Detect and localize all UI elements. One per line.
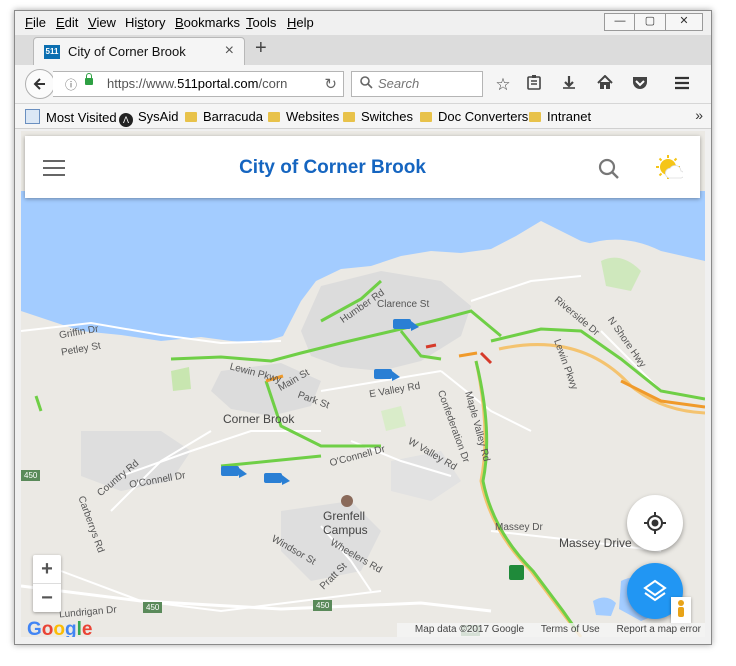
search-icon[interactable] [598, 158, 620, 180]
navigation-toolbar: ⓘ https://www.511portal.com/corn ↻ ☆ [15, 65, 711, 104]
search-icon [360, 76, 373, 92]
bookmarks-toolbar: Most Visited Λ SysAid Barracuda Websites … [15, 104, 711, 129]
site-favicon-icon: 511 [44, 45, 60, 59]
map-label-street: Clarence St [377, 299, 430, 310]
menu-help[interactable]: Help [287, 15, 314, 30]
map-label-grenfell: Grenfell [323, 509, 366, 523]
menu-view[interactable]: View [88, 15, 116, 30]
back-button[interactable] [25, 69, 55, 99]
url-bar[interactable]: ⓘ https://www.511portal.com/corn ↻ [53, 71, 344, 97]
back-arrow-icon [33, 78, 45, 90]
minimize-button[interactable]: — [604, 13, 636, 31]
tab-active[interactable]: 511 City of Corner Brook × [33, 37, 245, 66]
bookmarks-overflow-chevron-icon[interactable]: » [695, 107, 703, 123]
google-logo: Google [27, 619, 92, 637]
google-logo-letter: o [41, 619, 54, 637]
street-view-pegman-icon[interactable] [671, 597, 691, 623]
most-visited-icon [25, 109, 40, 124]
folder-icon [529, 112, 541, 122]
new-tab-button[interactable]: + [255, 37, 267, 60]
bookmark-doc-converters[interactable]: Doc Converters [420, 109, 528, 124]
highway-shield: 450 [143, 602, 163, 613]
home-icon[interactable] [594, 74, 616, 95]
folder-icon [343, 112, 355, 122]
search-input[interactable] [376, 75, 480, 92]
secure-lock-icon[interactable] [85, 73, 93, 85]
bookmark-sysaid[interactable]: Λ SysAid [119, 109, 178, 127]
close-window-button[interactable]: ✕ [665, 13, 703, 31]
pocket-icon[interactable] [629, 75, 651, 95]
open-menu-icon[interactable] [671, 75, 693, 95]
bookmark-switches[interactable]: Switches [343, 109, 413, 124]
report-map-error-link[interactable]: Report a map error [617, 624, 701, 635]
zoom-in-button[interactable]: + [33, 555, 61, 583]
map-label-massey-drive: Massey Drive [559, 536, 632, 550]
sysaid-logo-icon: Λ [119, 113, 133, 127]
zoom-control: + − [33, 555, 61, 612]
reading-list-icon[interactable] [523, 75, 545, 95]
folder-icon [185, 112, 197, 122]
reload-icon[interactable]: ↻ [324, 75, 337, 93]
map-label-street: Massey Dr [495, 522, 543, 533]
menu-tools[interactable]: Tools [246, 15, 276, 30]
menu-file[interactable]: File [25, 15, 46, 30]
my-location-button[interactable] [627, 495, 683, 551]
google-logo-letter: G [27, 619, 42, 637]
restore-button[interactable]: ▢ [634, 13, 666, 31]
bookmark-websites[interactable]: Websites [268, 109, 339, 124]
folder-icon [420, 112, 432, 122]
page-content: Corner Brook Grenfell Campus Massey Driv… [21, 131, 705, 637]
bookmark-star-icon[interactable]: ☆ [492, 75, 514, 95]
search-box[interactable] [351, 71, 483, 97]
my-location-icon [644, 512, 666, 534]
google-logo-letter: e [81, 619, 93, 637]
tab-strip: 511 City of Corner Brook × + [15, 35, 711, 66]
tab-title: City of Corner Brook [68, 44, 186, 59]
downloads-icon[interactable] [558, 75, 580, 95]
site-info-icon[interactable]: ⓘ [65, 76, 77, 93]
map-data-credit: Map data ©2017 Google [414, 624, 525, 635]
zoom-out-button[interactable]: − [33, 584, 61, 612]
map-attribution: Map data ©2017 Google Terms of Use Repor… [396, 623, 705, 637]
menu-bar: File Edit View History Bookmarks Tools H… [15, 11, 711, 35]
menu-bookmarks[interactable]: Bookmarks [175, 15, 240, 30]
google-logo-letter: g [65, 619, 77, 637]
highway-shield: 450 [21, 470, 41, 481]
weather-sun-cloud-icon[interactable] [655, 154, 685, 182]
map-label-campus: Campus [323, 523, 368, 537]
folder-icon [268, 112, 280, 122]
terms-of-use-link[interactable]: Terms of Use [541, 624, 600, 635]
tab-close-icon[interactable]: × [225, 42, 234, 60]
menu-history[interactable]: History [125, 15, 165, 30]
bookmark-intranet[interactable]: Intranet [529, 109, 591, 124]
app-header: City of Corner Brook [25, 136, 700, 198]
page-title: City of Corner Brook [239, 157, 426, 178]
browser-window: File Edit View History Bookmarks Tools H… [14, 10, 712, 645]
highway-shield: 450 [313, 600, 333, 611]
bookmark-most-visited[interactable]: Most Visited [25, 109, 117, 125]
bookmark-barracuda[interactable]: Barracuda [185, 109, 263, 124]
google-logo-letter: o [53, 619, 65, 637]
map-label-corner-brook: Corner Brook [223, 412, 295, 426]
menu-edit[interactable]: Edit [56, 15, 78, 30]
url-text[interactable]: https://www.511portal.com/corn [107, 76, 287, 91]
